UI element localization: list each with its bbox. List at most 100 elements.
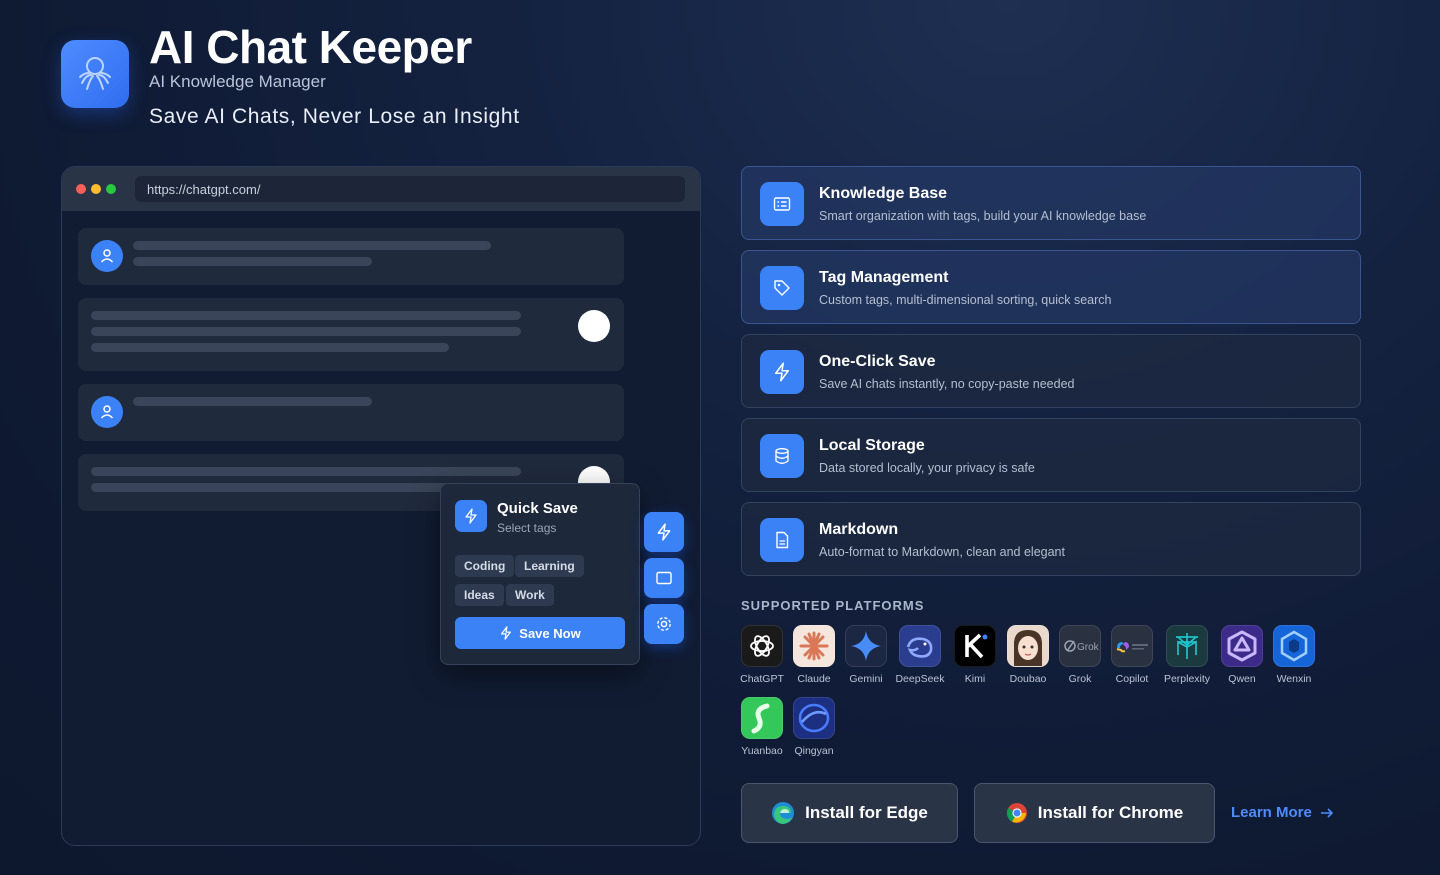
tag-icon [760,266,804,310]
document-icon [760,518,804,562]
save-now-label: Save Now [519,625,581,641]
platform-claude: Claude [792,625,836,685]
chat-message-user [78,384,624,441]
platforms-heading: SUPPORTED PLATFORMS [741,598,925,613]
feature-card-markdown[interactable]: Markdown Auto-format to Markdown, clean … [741,502,1361,576]
popup-title: Quick Save [497,500,578,517]
minimize-dot-icon [91,184,101,194]
feature-card-one-click-save[interactable]: One-Click Save Save AI chats instantly, … [741,334,1361,408]
quick-save-popup: Quick Save Select tags Coding Learning I… [440,483,640,665]
feature-card-tag-management[interactable]: Tag Management Custom tags, multi-dimens… [741,250,1361,324]
chrome-logo-icon [1006,803,1027,823]
feature-title: One-Click Save [819,353,936,370]
chatgpt-icon [741,625,783,667]
address-bar: https://chatgpt.com/ [135,176,685,202]
platform-qwen: Qwen [1220,625,1264,685]
platform-wenxin: Wenxin [1272,625,1316,685]
chat-message-user [78,228,624,285]
text-placeholder [133,397,372,406]
lightning-icon [501,626,512,640]
perplexity-icon [1166,625,1208,667]
tag-work[interactable]: Work [506,584,554,606]
kimi-icon [954,625,996,667]
lightning-icon [657,523,671,541]
close-dot-icon [76,184,86,194]
grok-icon: Grok [1059,625,1101,667]
text-placeholder [91,343,449,352]
wenxin-icon [1273,625,1315,667]
doubao-icon [1007,625,1049,667]
gemini-icon [845,625,887,667]
feature-title: Tag Management [819,269,949,286]
tag-ideas[interactable]: Ideas [455,584,504,606]
platform-grok: Grok Grok [1058,625,1102,685]
qingyan-icon [793,697,835,739]
lightning-icon [760,350,804,394]
ai-avatar [578,310,610,342]
feature-title: Knowledge Base [819,185,948,202]
deepseek-icon [899,625,941,667]
browser-mockup: https://chatgpt.com/ Quick Save Select t… [61,166,701,846]
install-chrome-label: Install for Chrome [1037,803,1184,822]
feature-desc: Smart organization with tags, build your… [819,209,1147,223]
save-now-button[interactable]: Save Now [455,617,625,649]
platform-gemini: Gemini [844,625,888,685]
text-placeholder [91,327,521,336]
install-chrome-button[interactable]: Install for Chrome [974,783,1215,843]
arrow-right-icon [1320,807,1333,818]
platform-kimi: Kimi [953,625,997,685]
copilot-icon [1111,625,1153,667]
feature-desc: Save AI chats instantly, no copy-paste n… [819,377,1075,391]
feature-card-local-storage[interactable]: Local Storage Data stored locally, your … [741,418,1361,492]
chat-message-ai [78,298,624,371]
install-edge-label: Install for Edge [805,803,928,822]
platform-copilot: Copilot [1110,625,1154,685]
app-tagline: Save AI Chats, Never Lose an Insight [149,105,520,128]
feature-title: Markdown [819,521,899,538]
app-title: AI Chat Keeper [149,21,472,73]
app-logo [61,40,129,108]
install-edge-button[interactable]: Install for Edge [741,783,958,843]
svg-text:Grok: Grok [1077,642,1099,653]
user-avatar-icon [91,240,123,272]
feature-card-knowledge-base[interactable]: Knowledge Base Smart organization with t… [741,166,1361,240]
app-subtitle: AI Knowledge Manager [149,72,326,91]
settings-side-button[interactable] [644,604,684,644]
feature-desc: Custom tags, multi-dimensional sorting, … [819,293,1112,307]
feature-title: Local Storage [819,437,925,454]
platform-qingyan: Qingyan [792,697,836,757]
edge-logo-icon [772,802,795,824]
platform-deepseek: DeepSeek [895,625,945,685]
octopus-logo-icon [79,57,111,90]
platform-doubao: Doubao [1006,625,1050,685]
user-avatar-icon [91,396,123,428]
text-placeholder [91,311,521,320]
quick-save-side-button[interactable] [644,512,684,552]
window-icon [656,571,672,585]
maximize-dot-icon [106,184,116,194]
platform-name: Wenxin [1276,673,1312,685]
learn-more-link[interactable]: Learn More [1231,804,1334,821]
qwen-icon [1221,625,1263,667]
panel-side-button[interactable] [644,558,684,598]
tag-coding[interactable]: Coding [455,555,515,577]
text-placeholder [133,257,372,266]
tag-learning[interactable]: Learning [515,555,584,577]
lightning-icon [455,500,487,532]
gear-icon [657,617,671,631]
browser-toolbar: https://chatgpt.com/ [62,167,700,211]
popup-subtitle: Select tags [497,521,557,535]
list-icon [760,182,804,226]
text-placeholder [91,467,521,476]
feature-desc: Auto-format to Markdown, clean and elega… [819,545,1065,559]
platform-perplexity: Perplexity [1164,625,1210,685]
text-placeholder [91,483,449,492]
learn-more-label: Learn More [1231,804,1312,821]
platform-chatgpt: ChatGPT [740,625,784,685]
feature-desc: Data stored locally, your privacy is saf… [819,461,1035,475]
claude-icon [793,625,835,667]
platform-name: Qingyan [794,745,834,757]
database-icon [760,434,804,478]
text-placeholder [133,241,491,250]
platform-yuanbao: Yuanbao [740,697,784,757]
